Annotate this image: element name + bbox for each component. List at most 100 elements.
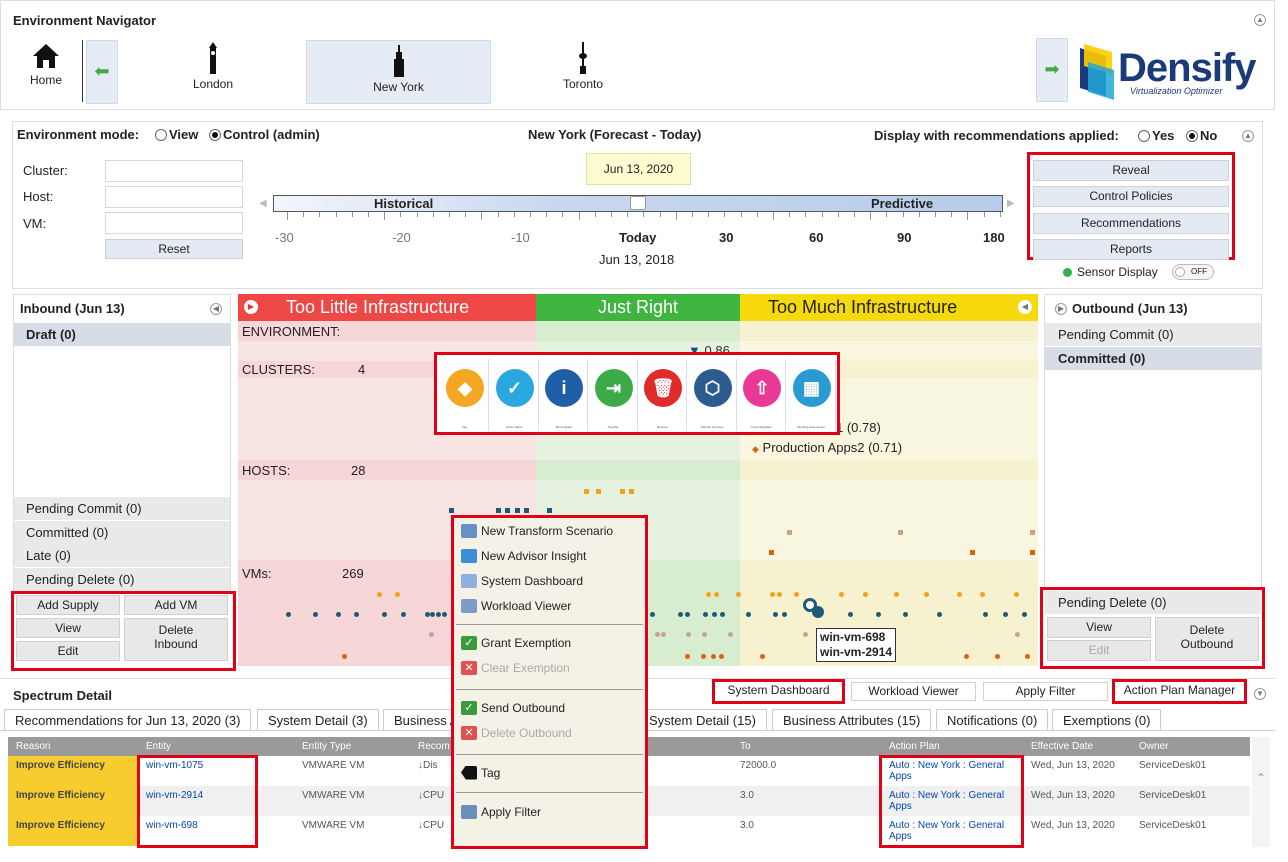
spectrum-point[interactable] (685, 612, 690, 617)
vm-input[interactable] (105, 212, 243, 234)
spectrum-point[interactable] (286, 612, 291, 617)
spectrum-point[interactable] (401, 612, 406, 617)
spectrum-point[interactable] (760, 654, 765, 659)
spectrum-point[interactable] (395, 592, 400, 597)
mode-view-radio[interactable]: View (155, 127, 198, 142)
spectrum-point[interactable] (876, 612, 881, 617)
play-icon[interactable]: ▶ (244, 300, 258, 314)
tab-business-attributes[interactable]: Business A (383, 709, 453, 731)
spectrum-point[interactable] (714, 592, 719, 597)
spectrum-point[interactable] (924, 592, 929, 597)
spectrum-point[interactable] (736, 592, 741, 597)
reset-button[interactable]: Reset (105, 239, 243, 259)
spectrum-point[interactable] (770, 592, 775, 597)
spectrum-point[interactable] (584, 489, 589, 494)
outbound-edit-button[interactable]: Edit (1047, 640, 1151, 661)
menu-clear-exemption[interactable]: ✕ Clear Exemption (456, 655, 643, 680)
spectrum-point[interactable] (957, 592, 962, 597)
host-input[interactable] (105, 186, 243, 208)
spectrum-point[interactable] (496, 508, 501, 513)
tab-business-attributes-15[interactable]: Business Attributes (15) (772, 709, 932, 731)
location-toronto[interactable]: Toronto (540, 42, 626, 96)
spectrum-point[interactable] (596, 489, 601, 494)
spectrum-point[interactable] (1014, 592, 1019, 597)
spectrum-point[interactable] (777, 592, 782, 597)
spectrum-point[interactable] (382, 612, 387, 617)
outbound-view-button[interactable]: View (1047, 617, 1151, 638)
col-entity-type[interactable]: Entity Type (294, 737, 410, 756)
col-entity[interactable]: Entity (138, 737, 294, 756)
display-no-radio[interactable]: No (1186, 128, 1217, 143)
spectrum-point[interactable] (701, 654, 706, 659)
system-dashboard-button[interactable]: System Dashboard (716, 682, 841, 701)
spectrum-point[interactable] (436, 612, 441, 617)
spectrum-point[interactable] (620, 489, 625, 494)
spectrum-point[interactable] (336, 612, 341, 617)
mode-control-radio[interactable]: Control (admin) (209, 127, 320, 142)
spectrum-point[interactable] (863, 592, 868, 597)
spectrum-point[interactable] (728, 632, 733, 637)
spectrum-point[interactable] (970, 550, 975, 555)
assessment-action[interactable]: ▦ Sending Assessment (787, 359, 836, 431)
menu-new-advisor-insight[interactable]: New Advisor Insight (456, 543, 643, 568)
spectrum-point[interactable] (354, 612, 359, 617)
spectrum-point[interactable] (1025, 654, 1030, 659)
spectrum-point[interactable] (848, 612, 853, 617)
action-plans-action[interactable]: ✓ Action Plans (490, 359, 539, 431)
spectrum-point[interactable] (686, 632, 691, 637)
spectrum-point[interactable] (442, 612, 447, 617)
spectrum-point[interactable] (794, 592, 799, 597)
spectrum-point[interactable] (720, 612, 725, 617)
inbound-draft[interactable]: Draft (0) (14, 323, 230, 347)
spectrum-point[interactable] (313, 612, 318, 617)
scrollbar[interactable]: ⌃ (1252, 737, 1270, 847)
inbound-pending-commit[interactable]: Pending Commit (0) (14, 497, 230, 521)
timeline-right-icon[interactable]: ▶ (1007, 198, 1015, 209)
recommendations-button[interactable]: Recommendations (1033, 213, 1229, 234)
spectrum-point[interactable] (980, 592, 985, 597)
home-button[interactable]: Home (16, 42, 76, 96)
spectrum-point[interactable] (803, 632, 808, 637)
cloud-migration-action[interactable]: ⇧ Cloud Migration (737, 359, 786, 431)
show-detail-action[interactable]: i Show Detail (539, 359, 588, 431)
spectrum-point[interactable] (702, 632, 707, 637)
col-to[interactable]: To (732, 737, 881, 756)
spectrum-point[interactable] (429, 632, 434, 637)
col-action-plan[interactable]: Action Plan (881, 737, 1023, 756)
action-plan-manager-button[interactable]: Action Plan Manager (1116, 682, 1243, 701)
spectrum-point[interactable] (746, 612, 751, 617)
menu-workload-viewer[interactable]: Workload Viewer (456, 593, 643, 618)
spectrum-point[interactable] (903, 612, 908, 617)
spectrum-point[interactable] (773, 612, 778, 617)
tab-exemptions[interactable]: Exemptions (0) (1052, 709, 1162, 731)
selected-vm-marker[interactable] (812, 606, 824, 618)
workload-viewer-button[interactable]: Workload Viewer (851, 682, 976, 701)
tab-system-detail-15[interactable]: System Detail (15) (638, 709, 767, 731)
col-reason[interactable]: Reason (8, 737, 138, 756)
reports-button[interactable]: Reports (1033, 239, 1229, 260)
spectrum-point[interactable] (547, 508, 552, 513)
collapse-right-icon[interactable]: ▶ (1055, 303, 1067, 315)
spectrum-point[interactable] (505, 508, 510, 513)
spectrum-point[interactable] (515, 508, 520, 513)
delete-inbound-button[interactable]: Delete Inbound (124, 618, 228, 661)
menu-system-dashboard[interactable]: System Dashboard (456, 568, 643, 593)
spectrum-point[interactable] (1030, 550, 1035, 555)
spectrum-point[interactable] (1022, 612, 1027, 617)
spectrum-point[interactable] (685, 654, 690, 659)
nav-left-arrow-icon[interactable]: ⬅ (86, 40, 118, 104)
outbound-pending-delete[interactable]: Pending Delete (0) (1045, 591, 1261, 615)
spectrum-point[interactable] (678, 612, 683, 617)
location-new-york[interactable]: New York (306, 40, 491, 104)
spectrum-point[interactable] (449, 508, 454, 513)
spectrum-point[interactable] (1015, 632, 1020, 637)
delete-outbound-button[interactable]: Delete Outbound (1155, 617, 1259, 661)
tab-system-detail[interactable]: System Detail (3) (257, 709, 379, 731)
menu-tag[interactable]: Tag (456, 760, 643, 785)
col-owner[interactable]: Owner (1131, 737, 1250, 756)
remove-action[interactable]: 🗑 Remove (638, 359, 687, 431)
spectrum-point[interactable] (898, 530, 903, 535)
collapse-left-icon[interactable]: ◀ (210, 303, 222, 315)
transfer-action[interactable]: ⇥ Transfer (589, 359, 638, 431)
spectrum-point[interactable] (983, 612, 988, 617)
